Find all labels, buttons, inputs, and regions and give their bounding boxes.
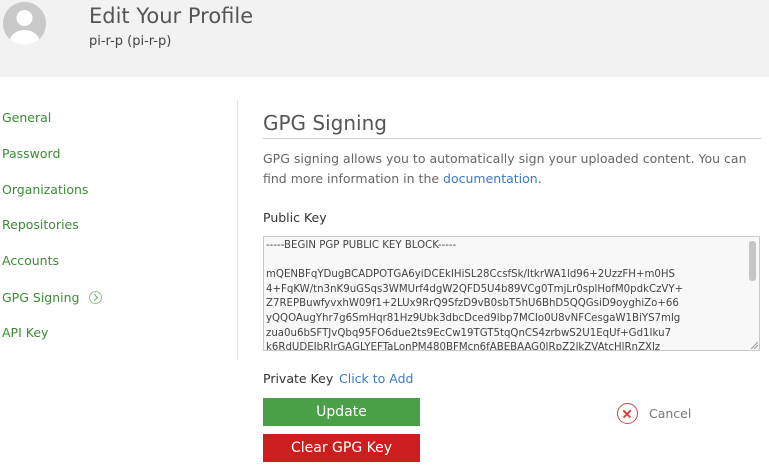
divider <box>263 138 761 139</box>
sidebar-item-general[interactable]: General <box>2 110 51 125</box>
sidebar-item-gpg-signing[interactable]: GPG Signing <box>2 289 103 305</box>
public-key-textarea[interactable]: -----BEGIN PGP PUBLIC KEY BLOCK----- mQE… <box>263 236 760 351</box>
sidebar-item-repositories[interactable]: Repositories <box>2 217 79 232</box>
update-button[interactable]: Update <box>263 398 420 426</box>
resize-grip-icon[interactable] <box>750 341 758 349</box>
public-key-label: Public Key <box>263 210 327 225</box>
clear-gpg-key-button[interactable]: Clear GPG Key <box>263 434 420 462</box>
avatar[interactable] <box>3 2 46 45</box>
documentation-link[interactable]: documentation <box>443 171 538 186</box>
avatar-placeholder-icon <box>3 2 46 45</box>
cancel-x-icon <box>617 403 638 424</box>
add-private-key-link[interactable]: Click to Add <box>339 371 413 386</box>
sidebar-item-organizations[interactable]: Organizations <box>2 182 88 197</box>
section-title: GPG Signing <box>263 111 387 135</box>
sidebar-item-password[interactable]: Password <box>2 146 60 161</box>
sidebar-nav: General Password Organizations Repositor… <box>0 100 238 360</box>
cancel-label: Cancel <box>649 406 692 421</box>
chevron-right-circle-icon <box>89 291 103 304</box>
public-key-value: -----BEGIN PGP PUBLIC KEY BLOCK----- mQE… <box>266 240 684 351</box>
sidebar-item-api-key[interactable]: API Key <box>2 325 48 340</box>
private-key-label: Private Key <box>263 371 334 386</box>
description-end: . <box>537 171 542 186</box>
scrollbar[interactable] <box>748 239 757 348</box>
scrollbar-thumb[interactable] <box>749 241 756 281</box>
page-title: Edit Your Profile <box>89 4 254 28</box>
profile-header: Edit Your Profile pi-r-p (pi-r-p) <box>0 0 769 77</box>
sidebar-item-label: GPG Signing <box>2 290 80 305</box>
username: pi-r-p (pi-r-p) <box>89 34 172 49</box>
description: GPG signing allows you to automatically … <box>263 149 753 189</box>
sidebar-item-accounts[interactable]: Accounts <box>2 253 59 268</box>
